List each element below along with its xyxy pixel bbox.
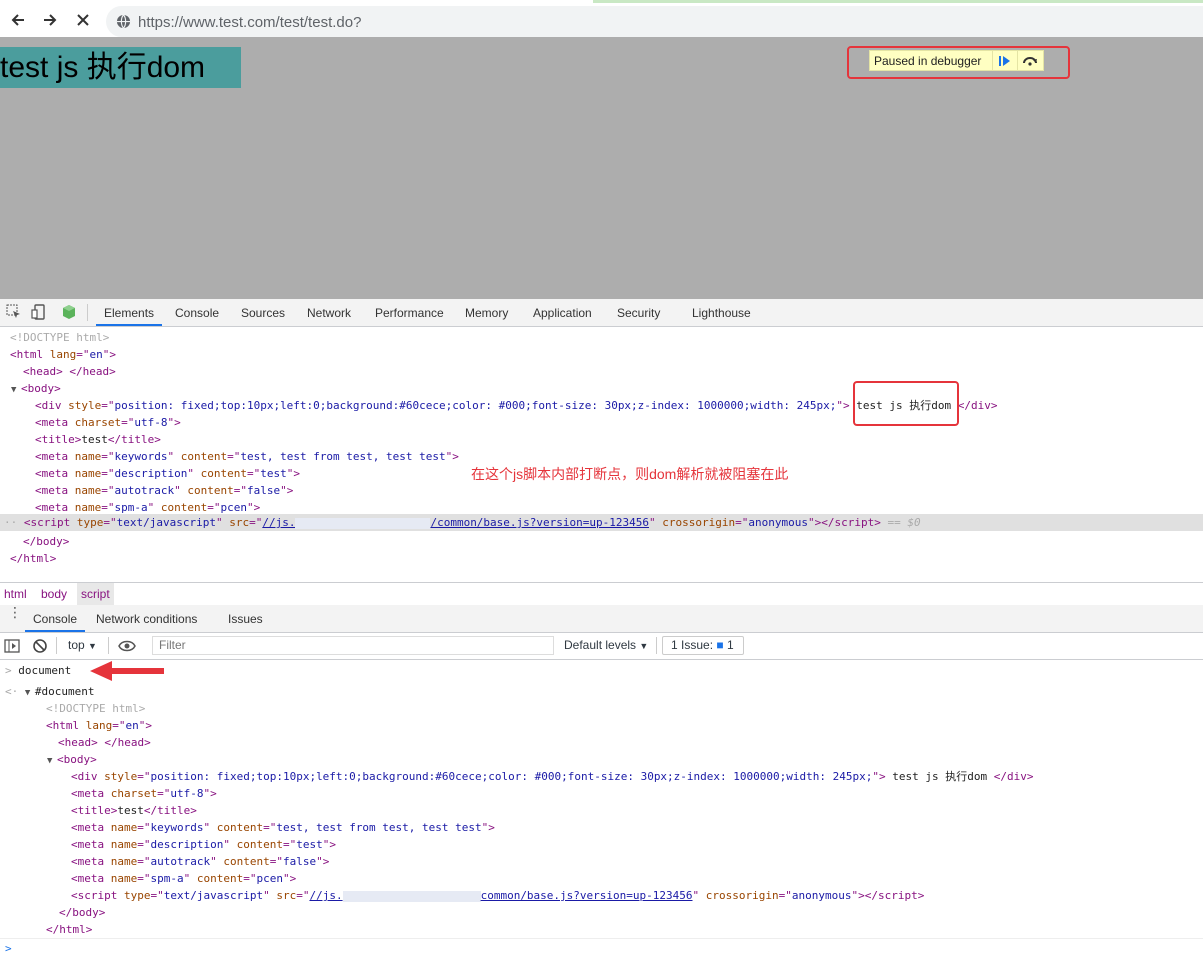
result-arrow-icon: <· bbox=[5, 685, 19, 698]
page-viewport: test js 执行dom Paused in debugger bbox=[0, 37, 1203, 299]
breadcrumb: html body script bbox=[0, 582, 1203, 606]
stop-button[interactable] bbox=[71, 9, 95, 31]
device-toolbar-icon[interactable] bbox=[31, 304, 47, 320]
url-text: https://www.test.com/test/test.do? bbox=[138, 14, 362, 31]
meta-keywords-node[interactable]: <meta name="keywords" content="test, tes… bbox=[35, 448, 459, 465]
resume-icon bbox=[999, 55, 1010, 66]
globe-icon bbox=[116, 14, 131, 29]
annotation-text: 在这个js脚本内部打断点，则dom解析就被阻塞在此 bbox=[471, 466, 789, 482]
drawer-tab-issues[interactable]: Issues bbox=[228, 605, 263, 632]
dropdown-arrow-icon: ▼ bbox=[639, 641, 649, 651]
sidebar-toggle-icon[interactable] bbox=[4, 638, 20, 654]
console-input-line: > document bbox=[5, 664, 72, 677]
console-doctype: <!DOCTYPE html> bbox=[46, 702, 146, 715]
tab-network[interactable]: Network bbox=[307, 299, 351, 326]
message-icon: ■ bbox=[716, 638, 724, 652]
console-meta-charset: <meta charset="utf-8"> bbox=[71, 787, 217, 800]
close-icon bbox=[77, 14, 89, 26]
forward-button[interactable] bbox=[38, 9, 62, 31]
breadcrumb-html[interactable]: html bbox=[0, 583, 31, 605]
levels-dropdown[interactable]: Default levels ▼ bbox=[564, 638, 648, 652]
redacted-url-part bbox=[295, 517, 431, 529]
paused-label: Paused in debugger bbox=[874, 53, 982, 68]
console-result-line[interactable]: <· ▼ #document bbox=[5, 683, 94, 700]
doctype-node[interactable]: <!DOCTYPE html> bbox=[10, 329, 109, 346]
body-close-node: </body> bbox=[23, 535, 70, 548]
extension-cube-icon[interactable] bbox=[61, 304, 77, 320]
context-select[interactable]: top ▼ bbox=[68, 638, 97, 652]
title-node[interactable]: <title>test</title> bbox=[35, 431, 161, 448]
console-html-close: </html> bbox=[46, 923, 93, 936]
console-meta-spm: <meta name="spm-a" content="pcen"> bbox=[71, 872, 297, 885]
devtools-panel: Elements Console Sources Network Perform… bbox=[0, 299, 1203, 974]
inspect-element-icon[interactable] bbox=[6, 304, 22, 320]
red-arrow-icon bbox=[90, 661, 164, 681]
prompt-chevron-icon: > bbox=[5, 664, 12, 677]
drawer-tab-network-conditions[interactable]: Network conditions bbox=[96, 605, 197, 632]
expand-triangle-icon[interactable]: ▼ bbox=[11, 382, 21, 399]
arrow-right-icon bbox=[44, 14, 57, 26]
drawer-tab-console[interactable]: Console bbox=[25, 605, 86, 632]
console-body[interactable]: ▼ <body> bbox=[47, 751, 97, 768]
drawer-tabbar: ⋮ Console Network conditions Issues bbox=[0, 605, 1203, 633]
console-meta-autotrack: <meta name="autotrack" content="false"> bbox=[71, 855, 330, 868]
eye-icon[interactable] bbox=[118, 639, 136, 653]
arrow-left-icon bbox=[11, 14, 24, 26]
tab-elements[interactable]: Elements bbox=[96, 299, 163, 326]
browser-toolbar: https://www.test.com/test/test.do? bbox=[0, 3, 1203, 37]
resume-button[interactable] bbox=[992, 51, 1017, 70]
tab-sources[interactable]: Sources bbox=[241, 299, 285, 326]
html-close-node: </html> bbox=[10, 552, 57, 565]
tab-application[interactable]: Application bbox=[533, 299, 592, 326]
fixed-test-div: test js 执行dom bbox=[0, 47, 241, 88]
step-over-button[interactable] bbox=[1017, 51, 1042, 70]
console-head[interactable]: <head> </head> bbox=[58, 734, 151, 751]
breadcrumb-script[interactable]: script bbox=[77, 583, 114, 605]
tab-security[interactable]: Security bbox=[617, 299, 660, 326]
tab-lighthouse[interactable]: Lighthouse bbox=[692, 299, 751, 326]
filter-input[interactable]: Filter bbox=[152, 636, 554, 655]
meta-charset-node[interactable]: <meta charset="utf-8"> bbox=[35, 414, 181, 431]
console-meta-keywords: <meta name="keywords" content="test, tes… bbox=[71, 821, 495, 834]
dropdown-arrow-icon: ▼ bbox=[88, 641, 97, 651]
breadcrumb-body[interactable]: body bbox=[37, 583, 71, 605]
redacted-url-part bbox=[342, 890, 481, 902]
console-meta-description: <meta name="description" content="test"> bbox=[71, 838, 336, 851]
console-prompt[interactable]: > bbox=[5, 940, 12, 957]
annotation-box-dom-text bbox=[853, 381, 959, 426]
debugger-paused-banner: Paused in debugger bbox=[869, 50, 1044, 71]
console-title: <title>test</title> bbox=[71, 804, 197, 817]
step-over-icon bbox=[1023, 56, 1037, 66]
console-output: > document <· ▼ #document <!DOCTYPE html>… bbox=[0, 660, 1203, 974]
console-script: <script type="text/javascript" src="//js… bbox=[71, 889, 925, 902]
devtools-main-toolbar: Elements Console Sources Network Perform… bbox=[0, 299, 1203, 327]
console-html: <html lang="en"> bbox=[46, 719, 152, 732]
meta-autotrack-node[interactable]: <meta name="autotrack" content="false"> bbox=[35, 482, 293, 499]
console-toolbar: top ▼ Filter Default levels ▼ 1 Issue: ■… bbox=[0, 633, 1203, 660]
tab-console[interactable]: Console bbox=[175, 299, 219, 326]
html-node[interactable]: <html lang="en"> bbox=[10, 346, 116, 363]
console-body-close: </body> bbox=[59, 906, 106, 919]
issues-counter[interactable]: 1 Issue: ■ 1 bbox=[662, 636, 744, 655]
elements-tree: <!DOCTYPE html> <html lang="en"> <head> … bbox=[0, 327, 1203, 579]
head-node[interactable]: <head> </head> bbox=[23, 363, 116, 380]
back-button[interactable] bbox=[6, 9, 30, 31]
meta-description-node[interactable]: <meta name="description" content="test"> bbox=[35, 465, 300, 482]
prompt-chevron-icon: > bbox=[5, 942, 12, 955]
body-node[interactable]: ▼ <body> bbox=[11, 380, 61, 397]
tab-performance[interactable]: Performance bbox=[375, 299, 444, 326]
console-div: <div style="position: fixed;top:10px;lef… bbox=[71, 770, 1034, 783]
clear-console-icon[interactable] bbox=[32, 638, 48, 654]
address-bar[interactable]: https://www.test.com/test/test.do? bbox=[106, 6, 1203, 37]
more-vertical-icon[interactable]: ⋮ bbox=[8, 605, 22, 619]
tab-memory[interactable]: Memory bbox=[465, 299, 508, 326]
script-node[interactable]: ·· <script type="text/javascript" src="/… bbox=[4, 514, 921, 531]
